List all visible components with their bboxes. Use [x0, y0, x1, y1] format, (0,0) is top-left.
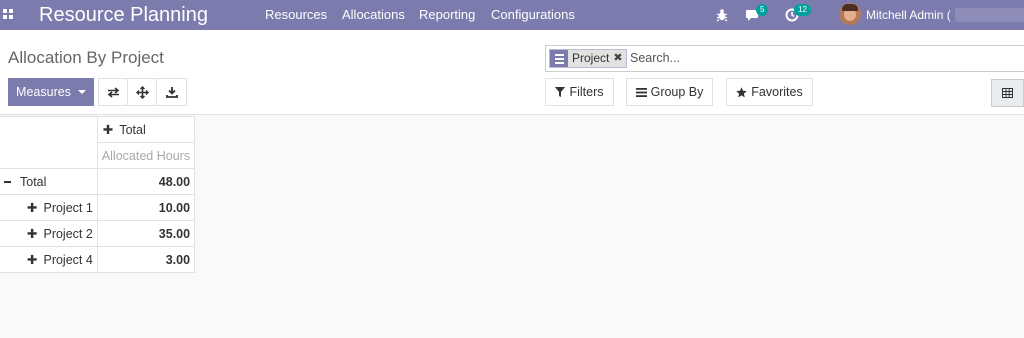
redacted-database-name [955, 8, 1024, 22]
activity-count-badge: 12 [794, 4, 811, 16]
expand-plus-icon: ✚ [27, 253, 38, 267]
download-xlsx-button[interactable] [156, 78, 187, 106]
column-header-label: Total [119, 123, 146, 137]
expand-plus-icon: ✚ [102, 123, 114, 137]
menu-reporting[interactable]: Reporting [419, 8, 475, 22]
expand-plus-icon: ✚ [27, 201, 38, 215]
facet-remove-icon[interactable]: ✖ [611, 50, 626, 67]
debug-bug-icon[interactable] [716, 8, 728, 22]
star-icon [736, 86, 748, 97]
user-menu-name[interactable]: Mitchell Admin ( [866, 8, 951, 22]
expand-all-button[interactable] [127, 78, 157, 106]
chat-count-badge: 5 [756, 4, 769, 16]
row-label: Project 2 [43, 227, 93, 241]
filter-funnel-icon [555, 87, 566, 97]
favorites-button[interactable]: Favorites [726, 78, 813, 106]
group-bars-icon [635, 87, 647, 97]
caret-down-icon [77, 90, 86, 94]
pivot-cell-total[interactable]: 48.00 [96, 168, 196, 195]
apps-menu-icon[interactable] [3, 9, 13, 19]
pivot-measure-header[interactable]: Allocated Hours [96, 142, 196, 169]
table-grid-icon [1002, 88, 1013, 98]
menu-allocations[interactable]: Allocations [342, 8, 405, 22]
menu-configurations[interactable]: Configurations [491, 8, 575, 22]
group-by-label: Group By [650, 85, 704, 99]
pivot-cell-project-2[interactable]: 35.00 [96, 220, 196, 247]
group-by-facet-icon [550, 50, 568, 67]
download-icon [165, 87, 178, 98]
app-brand[interactable]: Resource Planning [39, 3, 208, 27]
filters-label: Filters [569, 85, 604, 99]
measures-dropdown-button[interactable]: Measures [8, 78, 94, 106]
search-input[interactable] [630, 51, 1010, 66]
pivot-corner-cell [0, 116, 98, 169]
expand-plus-icon: ✚ [27, 227, 38, 241]
row-label: Project 4 [43, 253, 93, 267]
measures-label: Measures [16, 85, 71, 99]
menu-resources[interactable]: Resources [265, 8, 327, 22]
group-by-button[interactable]: Group By [626, 78, 713, 106]
pivot-cell-project-4[interactable]: 3.00 [96, 246, 196, 273]
filters-button[interactable]: Filters [545, 78, 614, 106]
pivot-column-header-total[interactable]: ✚ Total [96, 116, 196, 143]
pivot-row-header-project-4[interactable]: ✚ Project 4 [0, 246, 98, 273]
pivot-row-header-project-1[interactable]: ✚ Project 1 [0, 194, 98, 221]
flip-axis-button[interactable] [98, 78, 128, 106]
pivot-cell-project-1[interactable]: 10.00 [96, 194, 196, 221]
pivot-table: ✚ Total Allocated Hours Total 48.00 ✚ Proj… [0, 116, 196, 273]
page-title: Allocation By Project [8, 48, 164, 67]
arrows-expand-icon [135, 85, 149, 99]
pivot-view-button[interactable] [991, 79, 1024, 107]
pivot-row-header-total[interactable]: Total [0, 168, 98, 195]
pivot-row-header-project-2[interactable]: ✚ Project 2 [0, 220, 98, 247]
collapse-minus-icon [4, 181, 11, 184]
search-facet-project: Project ✖ [549, 49, 627, 68]
favorites-label: Favorites [751, 85, 803, 99]
search-bar[interactable]: Project ✖ [545, 45, 1024, 72]
user-avatar[interactable] [839, 3, 861, 25]
row-label: Project 1 [43, 201, 93, 215]
row-total-label: Total [20, 174, 47, 189]
top-navbar: Resource Planning Resources Allocations … [0, 0, 1024, 30]
facet-label: Project [568, 50, 612, 67]
exchange-arrows-icon [107, 86, 119, 98]
